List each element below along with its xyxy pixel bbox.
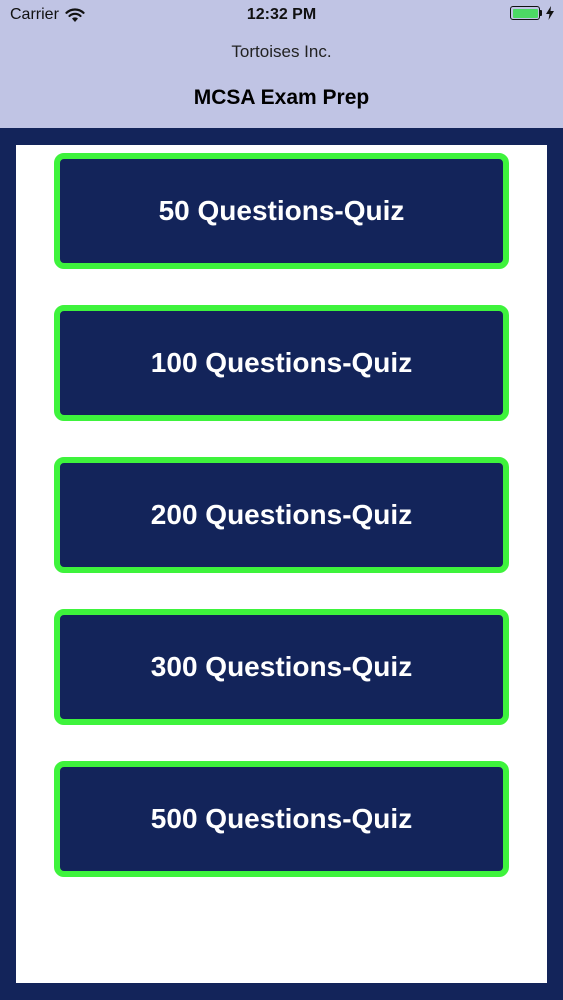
app-screen: Carrier 12:32 PM Tortoises Inc. MCSA Exa…	[0, 0, 563, 1000]
company-subtitle: Tortoises Inc.	[231, 42, 332, 61]
battery-fill	[512, 8, 538, 18]
quiz-500-button[interactable]: 500 Questions-Quiz	[54, 761, 509, 877]
status-bar: Carrier 12:32 PM	[0, 0, 563, 30]
quiz-100-button[interactable]: 100 Questions-Quiz	[54, 305, 509, 421]
quiz-50-button[interactable]: 50 Questions-Quiz	[54, 153, 509, 269]
battery-icon	[510, 6, 540, 20]
quiz-300-button[interactable]: 300 Questions-Quiz	[54, 609, 509, 725]
quiz-list-panel: 50 Questions-Quiz 100 Questions-Quiz 200…	[16, 145, 547, 983]
page-title: MCSA Exam Prep	[193, 86, 370, 109]
status-time: 12:32 PM	[246, 6, 317, 23]
charging-bolt-icon	[546, 6, 554, 20]
battery-nub	[540, 10, 542, 16]
navigation-header: Carrier 12:32 PM Tortoises Inc. MCSA Exa…	[0, 0, 563, 128]
quiz-200-button[interactable]: 200 Questions-Quiz	[54, 457, 509, 573]
battery-indicator	[510, 6, 555, 20]
